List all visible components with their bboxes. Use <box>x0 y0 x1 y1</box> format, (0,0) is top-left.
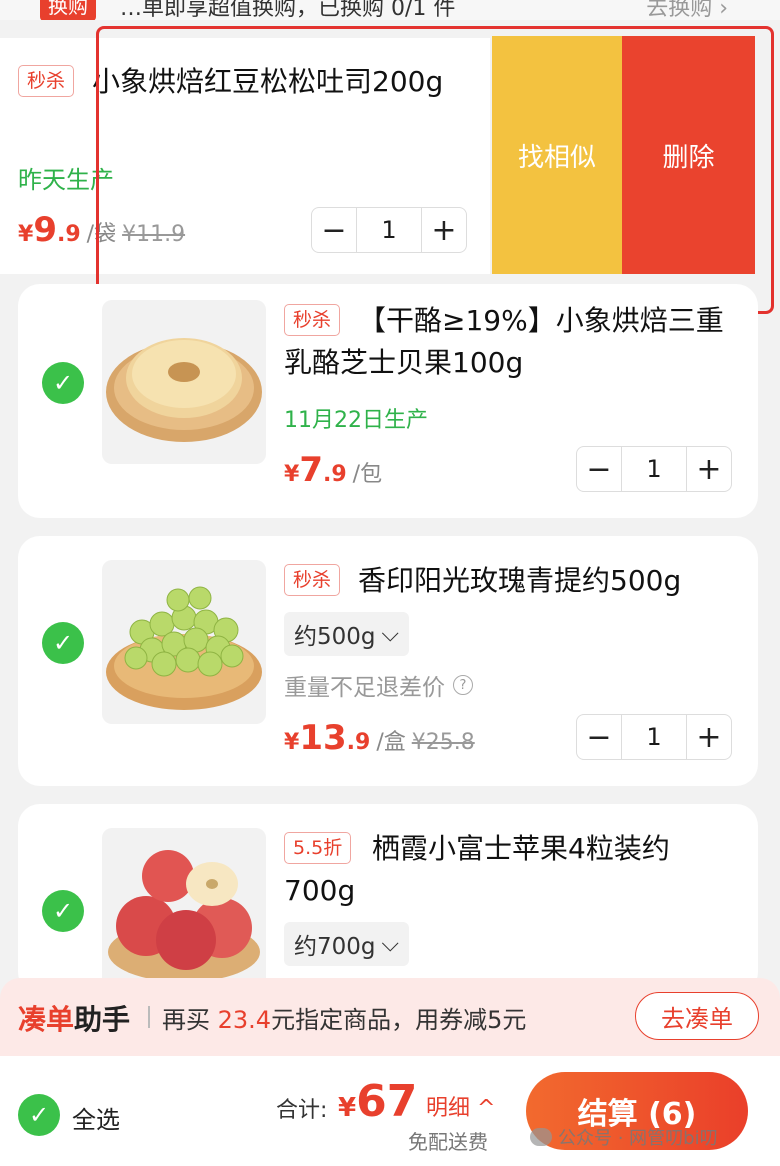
divider <box>148 1006 150 1028</box>
price-dec: .9 <box>346 730 371 755</box>
exchange-text: …单即享超值换购，已换购 0/1 件 <box>120 0 456 20</box>
item-title: 栖霞小富士苹果4粒装约700g <box>284 832 670 907</box>
helper-msg-suffix: 元指定商品，用券减5元 <box>271 1006 527 1034</box>
price: ¥9.9 <box>18 210 81 250</box>
price-unit: /包 <box>352 462 383 487</box>
price-int: 13 <box>299 718 347 758</box>
flash-sale-tag: 秒杀 <box>18 65 75 97</box>
apples-illustration <box>108 850 260 982</box>
order-helper-bar: 凑单助手 再买 23.4元指定商品，用券减5元 去凑单 <box>0 978 780 1056</box>
helper-brand-a: 凑单 <box>18 1003 75 1036</box>
price-unit: /盒 <box>376 730 406 755</box>
helper-msg-prefix: 再买 <box>162 1006 210 1034</box>
original-price: ¥11.9 <box>122 222 186 247</box>
helper-brand-b: 助手 <box>74 1003 131 1036</box>
cart-item-bagel[interactable]: ✓ 秒杀 【干酪≥19%】小象烘焙三重乳酪芝士贝果100g 11月22日生产 ¥… <box>18 284 758 518</box>
select-all-checkbox[interactable]: ✓ <box>18 1094 60 1136</box>
help-icon[interactable]: ? <box>453 675 473 695</box>
exchange-tag: 换购 <box>40 0 96 20</box>
increase-button[interactable]: + <box>687 447 731 491</box>
price-currency: ¥ <box>284 462 300 487</box>
bagel-image[interactable] <box>102 300 266 464</box>
price-row: ¥13.9 /盒 ¥25.8 <box>284 718 475 758</box>
spec-label: 约500g <box>294 624 376 650</box>
quantity-stepper[interactable]: − 1 + <box>311 207 467 253</box>
price-int: 9 <box>33 210 57 250</box>
increase-button[interactable]: + <box>687 715 731 759</box>
item-title: 【干酪≥19%】小象烘焙三重乳酪芝士贝果100g <box>284 304 724 379</box>
select-all-label[interactable]: 全选 <box>72 1100 120 1135</box>
price-row: ¥9.9 /袋 ¥11.9 <box>18 210 185 250</box>
item-title: 小象烘焙红豆松松吐司200g <box>92 65 444 98</box>
quantity-value[interactable]: 1 <box>621 715 687 759</box>
helper-message: 再买 23.4元指定商品，用券减5元 <box>162 1000 526 1035</box>
item-checkbox[interactable]: ✓ <box>42 362 84 404</box>
spec-select[interactable]: 约700g ⌵ <box>284 922 409 966</box>
delete-button[interactable]: 删除 <box>622 36 755 274</box>
find-similar-button[interactable]: 找相似 <box>492 36 622 274</box>
spec-label: 约700g <box>294 934 376 960</box>
original-price: ¥25.8 <box>411 730 475 755</box>
apples-image[interactable] <box>102 828 266 992</box>
grapes-illustration <box>106 586 262 710</box>
decrease-button[interactable]: − <box>312 208 356 252</box>
refund-note-text: 重量不足退差价 <box>284 675 445 701</box>
price-unit: /袋 <box>86 222 117 247</box>
total-currency: ¥ <box>338 1093 357 1123</box>
total-price: ¥67 <box>338 1076 417 1127</box>
chevron-down-icon: ⌵ <box>381 931 399 957</box>
price-dec: .9 <box>322 462 347 487</box>
cart-item-apples[interactable]: ✓ 5.5折 栖霞小富士苹果4粒装约700g 约700g ⌵ <box>18 804 758 994</box>
shipping-note: 免配送费 <box>408 1130 488 1154</box>
price: ¥7.9 <box>284 450 347 490</box>
watermark: 公众号 · 网管叨bi叨 <box>530 1124 718 1150</box>
exchange-link[interactable]: 去换购 › <box>646 0 728 20</box>
production-date: 11月22日生产 <box>284 408 428 433</box>
quantity-value[interactable]: 1 <box>356 208 422 252</box>
bagel-illustration <box>106 338 262 442</box>
refund-note: 重量不足退差价 ? <box>284 668 473 702</box>
cart-item-grapes[interactable]: ✓ 秒杀 香印阳光玫瑰青提约500g 约500g ⌵ 重量不足退差价 ? ¥13… <box>18 536 758 786</box>
total-value: 67 <box>356 1076 418 1127</box>
decrease-button[interactable]: − <box>577 447 621 491</box>
price-currency: ¥ <box>18 222 34 247</box>
helper-amount: 23.4 <box>217 1006 272 1034</box>
quantity-stepper[interactable]: − 1 + <box>576 714 732 760</box>
total-label: 合计: <box>276 1098 328 1123</box>
grapes-image[interactable] <box>102 560 266 724</box>
chevron-down-icon: ⌵ <box>381 621 399 647</box>
price-dec: .9 <box>56 222 81 247</box>
wechat-icon <box>530 1128 552 1146</box>
spec-select[interactable]: 约500g ⌵ <box>284 612 409 656</box>
detail-toggle[interactable]: 明细 ^ <box>426 1090 495 1122</box>
price-currency: ¥ <box>284 730 300 755</box>
item-title: 香印阳光玫瑰青提约500g <box>358 564 682 597</box>
exchange-strip[interactable]: 换购 …单即享超值换购，已换购 0/1 件 去换购 › <box>0 0 780 20</box>
quantity-stepper[interactable]: − 1 + <box>576 446 732 492</box>
item-checkbox[interactable]: ✓ <box>42 890 84 932</box>
quantity-value[interactable]: 1 <box>621 447 687 491</box>
helper-brand: 凑单助手 <box>18 998 130 1038</box>
cart-item-swiped[interactable]: 小象烘焙红豆松松吐司200g 秒杀 昨天生产 ¥9.9 /袋 ¥11.9 − 1… <box>0 38 490 274</box>
decrease-button[interactable]: − <box>577 715 621 759</box>
price: ¥13.9 <box>284 718 370 758</box>
production-date: 昨天生产 <box>18 166 114 194</box>
watermark-text: 公众号 · 网管叨bi叨 <box>558 1128 718 1149</box>
add-items-button[interactable]: 去凑单 <box>635 992 759 1040</box>
price-row: ¥7.9 /包 <box>284 450 382 490</box>
item-checkbox[interactable]: ✓ <box>42 622 84 664</box>
increase-button[interactable]: + <box>422 208 466 252</box>
price-int: 7 <box>299 450 323 490</box>
